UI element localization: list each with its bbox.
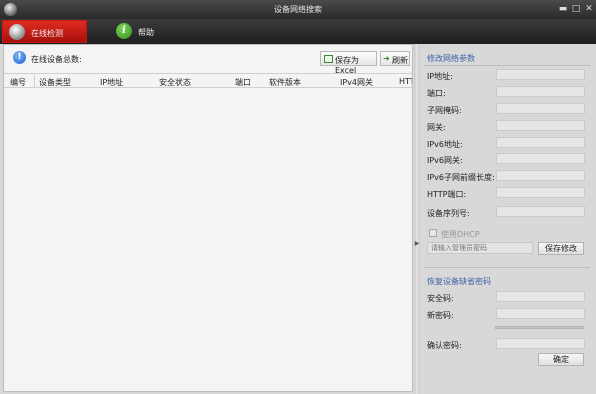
column-header-http[interactable]: HTT	[399, 77, 412, 86]
gateway-input[interactable]	[496, 120, 585, 131]
close-button[interactable]: ✕	[583, 3, 595, 15]
title-bar: 设备网络搜索 ▬ □ ✕	[0, 0, 596, 19]
port-label: 端口:	[427, 89, 446, 98]
confirm-password-label: 确认密码:	[427, 341, 462, 350]
info-icon: !	[13, 51, 26, 64]
minimize-button[interactable]: ▬	[557, 3, 569, 15]
device-list-panel: ! 在线设备总数: 保存为Excel ➜ 刷新 编号 设备类型 IP地址 安全状…	[3, 44, 413, 392]
subnet-mask-label: 子网掩码:	[427, 106, 462, 115]
confirm-password-input[interactable]	[496, 338, 585, 349]
subnet-mask-input[interactable]	[496, 103, 585, 114]
password-strength-bar	[495, 326, 584, 329]
new-password-input[interactable]	[496, 308, 585, 319]
refresh-button[interactable]: ➜ 刷新	[380, 51, 410, 66]
admin-password-input[interactable]	[427, 242, 533, 254]
modify-params-title: 修改网络参数	[427, 54, 475, 63]
tab-label: 帮助	[138, 28, 154, 37]
online-device-count-label: 在线设备总数:	[31, 55, 82, 64]
summary-row: ! 在线设备总数: 保存为Excel ➜ 刷新	[4, 45, 412, 75]
column-header-software-version[interactable]: 软件版本	[269, 77, 301, 87]
refresh-label: 刷新	[392, 56, 408, 65]
export-excel-button[interactable]: 保存为Excel	[320, 51, 377, 75]
security-code-label: 安全码:	[427, 294, 454, 303]
tab-help[interactable]: i 帮助	[110, 20, 170, 43]
maximize-button[interactable]: □	[570, 3, 582, 15]
tab-online-detection[interactable]: 在线检测	[2, 20, 87, 43]
ipv6-prefix-length-label: IPv6子网前缀长度:	[427, 173, 495, 182]
ipv6-gateway-input[interactable]	[496, 153, 585, 164]
gateway-label: 网关:	[427, 123, 446, 132]
ip-address-input[interactable]	[496, 69, 585, 80]
ipv6-address-label: IPv6地址:	[427, 140, 463, 149]
refresh-icon: ➜	[383, 54, 390, 63]
serial-number-label: 设备序列号:	[427, 209, 470, 218]
column-header-port[interactable]: 端口	[235, 77, 251, 87]
export-excel-label: 保存为Excel	[335, 56, 359, 75]
new-password-label: 新密码:	[427, 311, 454, 320]
port-input[interactable]	[496, 86, 585, 97]
ipv6-prefix-length-input[interactable]	[496, 170, 585, 181]
device-table-header: 编号 设备类型 IP地址 安全状态 端口 软件版本 IPv4网关 HTT	[4, 73, 412, 88]
column-header-ip-address[interactable]: IP地址	[100, 77, 123, 87]
restore-password-title: 恢复设备缺省密码	[427, 277, 491, 286]
main-toolbar: 在线检测 i 帮助	[0, 19, 596, 44]
tab-label: 在线检测	[31, 29, 63, 38]
ip-address-label: IP地址:	[427, 72, 453, 81]
security-code-input[interactable]	[496, 291, 585, 302]
window-title: 设备网络搜索	[274, 5, 322, 14]
device-table-body[interactable]	[4, 89, 412, 391]
ipv6-gateway-label: IPv6网关:	[427, 156, 463, 165]
column-divider[interactable]	[34, 75, 35, 87]
dhcp-checkbox[interactable]	[429, 229, 437, 237]
http-port-label: HTTP端口:	[427, 190, 467, 199]
http-port-input[interactable]	[496, 187, 585, 198]
column-header-security-status[interactable]: 安全状态	[159, 77, 191, 87]
confirm-button[interactable]: 确定	[538, 353, 584, 366]
section-divider	[424, 267, 590, 268]
column-header-device-type[interactable]: 设备类型	[39, 77, 71, 87]
column-header-number[interactable]: 编号	[10, 77, 26, 87]
serial-number-input[interactable]	[496, 206, 585, 217]
camera-icon	[9, 24, 25, 40]
network-settings-panel: 修改网络参数 IP地址: 端口: 子网掩码: 网关: IPv6地址: IPv6网…	[420, 44, 596, 394]
dhcp-label: 使用DHCP	[441, 230, 480, 239]
save-changes-button[interactable]: 保存修改	[538, 242, 584, 255]
column-header-ipv4-gateway[interactable]: IPv4网关	[340, 77, 373, 87]
info-icon: i	[116, 23, 132, 39]
excel-icon	[324, 55, 333, 63]
section-divider	[424, 65, 590, 66]
ipv6-address-input[interactable]	[496, 137, 585, 148]
